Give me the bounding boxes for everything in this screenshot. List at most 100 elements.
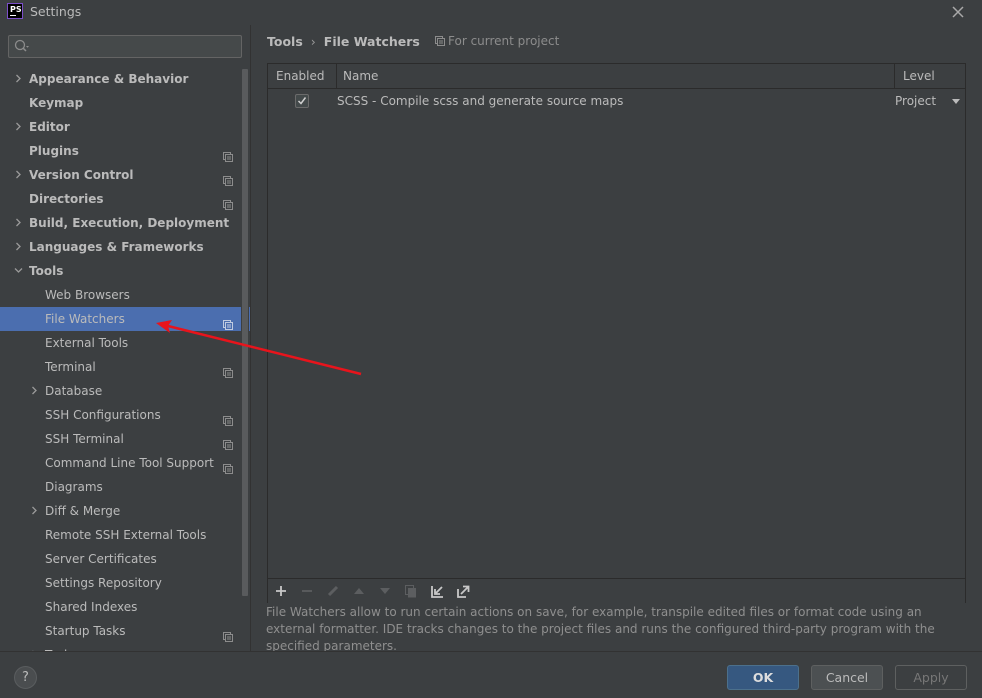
plus-icon bbox=[276, 586, 286, 596]
sidebar-item-label: Editor bbox=[29, 120, 70, 134]
sidebar-item-appearance-behavior[interactable]: Appearance & Behavior bbox=[0, 67, 250, 91]
edit-button[interactable] bbox=[324, 583, 342, 601]
sidebar-item-database[interactable]: Database bbox=[0, 379, 250, 403]
table-toolbar bbox=[268, 578, 965, 603]
sidebar-item-server-certificates[interactable]: Server Certificates bbox=[0, 547, 250, 571]
chevron-right-icon[interactable] bbox=[28, 379, 40, 404]
ok-button[interactable]: OK bbox=[727, 665, 799, 690]
settings-sidebar: Appearance & Behavior Keymap Editor Plugins… bbox=[0, 25, 250, 651]
window-title: Settings bbox=[30, 4, 82, 19]
chevron-right-icon[interactable] bbox=[28, 643, 40, 651]
sidebar-item-label: External Tools bbox=[45, 336, 129, 350]
watcher-level-select[interactable]: Project bbox=[895, 89, 936, 113]
move-up-button[interactable] bbox=[350, 583, 368, 601]
export-icon bbox=[456, 585, 469, 598]
sidebar-item-version-control[interactable]: Version Control bbox=[0, 163, 250, 187]
sidebar-item-ssh-configurations[interactable]: SSH Configurations bbox=[0, 403, 250, 427]
sidebar-item-label: Tasks bbox=[45, 643, 77, 651]
sidebar-item-label: Web Browsers bbox=[45, 288, 130, 302]
move-down-button[interactable] bbox=[376, 583, 394, 601]
chevron-right-icon[interactable] bbox=[28, 499, 40, 524]
sidebar-item-label: SSH Configurations bbox=[45, 408, 161, 422]
sidebar-item-ssh-terminal[interactable]: SSH Terminal bbox=[0, 427, 250, 451]
sidebar-item-editor[interactable]: Editor bbox=[0, 115, 250, 139]
chevron-right-icon[interactable] bbox=[12, 67, 24, 92]
add-button[interactable] bbox=[272, 583, 290, 601]
search-field[interactable] bbox=[8, 35, 242, 58]
remove-button[interactable] bbox=[298, 583, 316, 601]
project-level-icon bbox=[223, 170, 233, 186]
chevron-right-icon[interactable] bbox=[12, 163, 24, 188]
sidebar-item-languages-frameworks[interactable]: Languages & Frameworks bbox=[0, 235, 250, 259]
project-scope-icon bbox=[435, 36, 445, 46]
sidebar-item-label: Remote SSH External Tools bbox=[45, 528, 207, 542]
watcher-name: SCSS - Compile scss and generate source … bbox=[337, 94, 624, 108]
chevron-right-icon[interactable] bbox=[12, 115, 24, 140]
column-header-name[interactable]: Name bbox=[337, 64, 895, 88]
sidebar-item-directories[interactable]: Directories bbox=[0, 187, 250, 211]
checkmark-icon bbox=[297, 97, 307, 105]
phpstorm-logo-icon: PS bbox=[7, 3, 23, 19]
export-button[interactable] bbox=[454, 583, 472, 601]
search-icon bbox=[14, 39, 29, 52]
arrow-up-icon bbox=[354, 588, 364, 594]
enabled-checkbox[interactable] bbox=[295, 94, 309, 108]
sidebar-item-plugins[interactable]: Plugins bbox=[0, 139, 250, 163]
sidebar-item-command-line-tool-support[interactable]: Command Line Tool Support bbox=[0, 451, 250, 475]
chevron-down-icon[interactable] bbox=[12, 259, 24, 284]
sidebar-item-shared-indexes[interactable]: Shared Indexes bbox=[0, 595, 250, 619]
sidebar-item-label: Build, Execution, Deployment bbox=[29, 216, 230, 230]
sidebar-item-label: Tools bbox=[29, 264, 64, 278]
column-header-enabled[interactable]: Enabled bbox=[268, 64, 337, 88]
project-level-icon bbox=[223, 194, 233, 210]
table-row[interactable]: SCSS - Compile scss and generate source … bbox=[268, 89, 965, 113]
sidebar-item-remote-ssh-external-tools[interactable]: Remote SSH External Tools bbox=[0, 523, 250, 547]
dialog-footer: ? OK Cancel Apply bbox=[0, 651, 982, 698]
sidebar-item-label: Plugins bbox=[29, 144, 79, 158]
chevron-down-icon[interactable] bbox=[952, 99, 960, 104]
project-level-icon bbox=[223, 626, 233, 642]
import-button[interactable] bbox=[428, 583, 446, 601]
sidebar-item-file-watchers[interactable]: File Watchers bbox=[0, 307, 250, 331]
sidebar-item-label: Terminal bbox=[45, 360, 96, 374]
sidebar-item-label: Diagrams bbox=[45, 480, 103, 494]
sidebar-item-startup-tasks[interactable]: Startup Tasks bbox=[0, 619, 250, 643]
help-button[interactable]: ? bbox=[14, 666, 37, 689]
sidebar-item-label: Languages & Frameworks bbox=[29, 240, 204, 254]
apply-button[interactable]: Apply bbox=[895, 665, 967, 690]
file-watchers-table: Enabled Name Level SCSS - Compile scss a… bbox=[267, 63, 966, 603]
sidebar-item-web-browsers[interactable]: Web Browsers bbox=[0, 283, 250, 307]
sidebar-item-label: Version Control bbox=[29, 168, 134, 182]
breadcrumb-parent[interactable]: Tools bbox=[267, 34, 303, 49]
close-button[interactable] bbox=[949, 3, 967, 21]
arrow-down-icon bbox=[380, 588, 390, 594]
sidebar-item-external-tools[interactable]: External Tools bbox=[0, 331, 250, 355]
search-input[interactable] bbox=[33, 38, 238, 55]
project-level-icon bbox=[223, 362, 233, 378]
copy-button[interactable] bbox=[402, 583, 420, 601]
sidebar-item-tasks[interactable]: Tasks bbox=[0, 643, 250, 651]
sidebar-item-diff-merge[interactable]: Diff & Merge bbox=[0, 499, 250, 523]
import-icon bbox=[430, 586, 443, 598]
sidebar-item-label: Keymap bbox=[29, 96, 84, 110]
sidebar-item-keymap[interactable]: Keymap bbox=[0, 91, 250, 115]
sidebar-item-label: Startup Tasks bbox=[45, 624, 126, 638]
column-header-level[interactable]: Level bbox=[895, 64, 965, 88]
sidebar-item-diagrams[interactable]: Diagrams bbox=[0, 475, 250, 499]
main-panel: Tools › File Watchers For current project … bbox=[251, 25, 982, 653]
sidebar-item-build-execution-deployment[interactable]: Build, Execution, Deployment bbox=[0, 211, 250, 235]
sidebar-scrollbar-thumb[interactable] bbox=[242, 69, 248, 596]
sidebar-item-label: SSH Terminal bbox=[45, 432, 124, 446]
sidebar-item-terminal[interactable]: Terminal bbox=[0, 355, 250, 379]
sidebar-item-tools[interactable]: Tools bbox=[0, 259, 250, 283]
chevron-right-icon[interactable] bbox=[12, 235, 24, 260]
sidebar-item-label: File Watchers bbox=[45, 312, 125, 326]
sidebar-item-label: Command Line Tool Support bbox=[45, 456, 214, 470]
settings-tree: Appearance & Behavior Keymap Editor Plugins… bbox=[0, 67, 250, 651]
sidebar-item-settings-repository[interactable]: Settings Repository bbox=[0, 571, 250, 595]
cancel-button[interactable]: Cancel bbox=[811, 665, 883, 690]
breadcrumb-separator: › bbox=[310, 34, 316, 49]
sidebar-item-label: Server Certificates bbox=[45, 552, 157, 566]
chevron-right-icon[interactable] bbox=[12, 211, 24, 236]
scope-indicator: For current project bbox=[435, 34, 559, 48]
